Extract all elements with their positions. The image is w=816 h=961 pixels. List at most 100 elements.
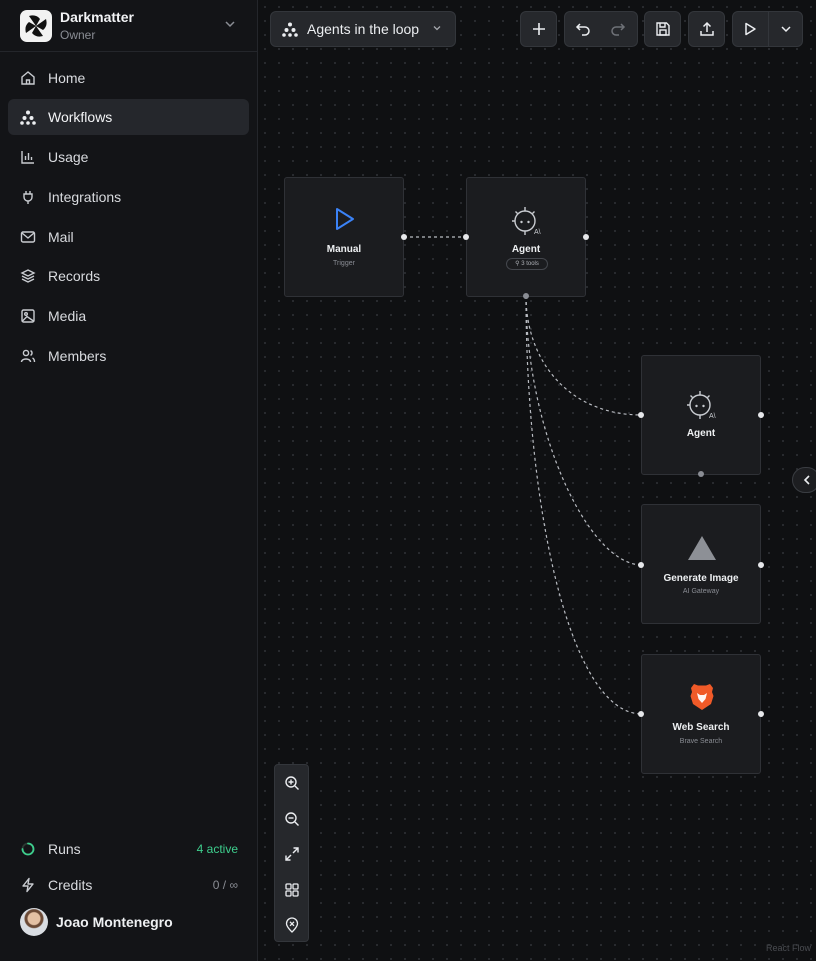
nav-label: Home (48, 70, 86, 86)
plug-icon (20, 189, 36, 205)
credits-value: 0 / ∞ (212, 878, 238, 892)
zoom-controls (274, 764, 309, 942)
users-icon (20, 348, 36, 364)
brave-lion-icon (688, 682, 716, 712)
workspace-role: Owner (60, 28, 96, 42)
play-icon (331, 206, 357, 232)
triangle-logo-icon (686, 534, 718, 562)
node-title: Agent (511, 244, 541, 255)
divider (768, 12, 769, 46)
undo-redo-group (564, 11, 638, 47)
zoom-out-icon[interactable] (284, 811, 300, 827)
nav-label: Integrations (48, 189, 122, 205)
grid-icon[interactable] (284, 882, 300, 898)
lightning-icon (20, 877, 36, 893)
output-handle[interactable] (583, 234, 589, 240)
image-icon (20, 308, 36, 324)
nav-label: Media (48, 308, 87, 324)
nav-item-usage[interactable]: Usage (8, 139, 249, 175)
input-handle[interactable] (638, 412, 644, 418)
avatar[interactable] (20, 908, 48, 936)
output-handle[interactable] (401, 234, 407, 240)
nav-label: Usage (48, 149, 89, 165)
save-button[interactable] (644, 11, 681, 47)
workspace-name: Darkmatter (60, 9, 134, 25)
node-title: Manual (326, 244, 362, 255)
nav-item-records[interactable]: Records (8, 258, 249, 294)
node-title: Generate Image (663, 573, 739, 584)
tools-handle[interactable] (698, 471, 704, 477)
nav-item-members[interactable]: Members (8, 338, 249, 374)
credits-row[interactable]: Credits 0 / ∞ (8, 870, 249, 900)
zoom-in-icon[interactable] (284, 775, 300, 791)
node-manual-trigger[interactable]: Manual Trigger (284, 177, 407, 297)
workflow-icon (282, 21, 298, 37)
node-title: Agent (686, 428, 716, 439)
nav-item-workflows[interactable]: Workflows (8, 99, 249, 135)
panel-toggle-button[interactable] (792, 467, 816, 493)
credits-label: Credits (48, 877, 93, 893)
nav-label: Mail (48, 229, 74, 245)
chevron-down-icon[interactable] (778, 21, 794, 37)
spinner-icon (20, 841, 36, 857)
edge-agent-web-search (525, 295, 643, 715)
mail-icon (20, 229, 36, 245)
node-subtitle: Brave Search (679, 738, 723, 745)
play-icon[interactable] (742, 21, 758, 37)
node-agent[interactable]: A\ Agent ⚲ 3 tools (463, 177, 589, 299)
runs-label: Runs (48, 841, 81, 857)
run-button-group (732, 11, 803, 47)
runs-row[interactable]: Runs 4 active (8, 834, 249, 864)
add-icon (531, 21, 547, 37)
node-web-search[interactable]: Web Search Brave Search (638, 654, 764, 774)
nav-item-mail[interactable]: Mail (8, 219, 249, 255)
chevron-down-icon (431, 22, 443, 34)
output-handle[interactable] (758, 562, 764, 568)
output-handle[interactable] (758, 412, 764, 418)
redo-icon[interactable] (610, 21, 626, 37)
nav-item-media[interactable]: Media (8, 298, 249, 334)
react-flow-attribution[interactable]: React Flow (766, 943, 811, 953)
nav-label: Workflows (48, 109, 113, 125)
input-handle[interactable] (463, 234, 469, 240)
edge-agent-subagent (525, 295, 643, 416)
agent-bot-icon: A\ (510, 204, 544, 238)
agent-bot-icon: A\ (685, 388, 719, 422)
svg-text:A\: A\ (534, 229, 541, 236)
nav-label: Members (48, 348, 107, 364)
sidebar: Darkmatter Owner Home Workflows Usage In… (0, 0, 258, 961)
edge-agent-generate-image (525, 295, 643, 566)
svg-text:A\: A\ (709, 413, 716, 420)
nav-label: Records (48, 268, 101, 284)
workflow-icon (20, 109, 36, 125)
nav-item-integrations[interactable]: Integrations (8, 179, 249, 215)
workspace-switcher[interactable]: Darkmatter Owner (0, 0, 257, 52)
chevron-left-icon (799, 472, 815, 488)
undo-icon[interactable] (575, 21, 591, 37)
node-generate-image[interactable]: Generate Image AI Gateway (638, 504, 764, 624)
node-sub-agent[interactable]: A\ Agent (638, 355, 764, 477)
input-handle[interactable] (638, 562, 644, 568)
tools-handle[interactable] (523, 293, 529, 299)
publish-button[interactable] (688, 11, 725, 47)
input-handle[interactable] (638, 711, 644, 717)
chevron-down-icon (222, 16, 238, 32)
darkmatter-logo-icon (20, 10, 52, 42)
fit-view-icon[interactable] (284, 846, 300, 862)
location-icon[interactable] (284, 917, 300, 933)
node-title: Web Search (672, 722, 730, 733)
add-node-button[interactable] (520, 11, 557, 47)
home-icon (20, 70, 36, 86)
node-subtitle: Trigger (333, 260, 355, 267)
tools-badge: ⚲ 3 tools (506, 258, 548, 270)
output-handle[interactable] (758, 711, 764, 717)
workflow-title: Agents in the loop (307, 21, 420, 37)
runs-active-count: 4 active (196, 842, 238, 856)
user-name[interactable]: Joao Montenegro (56, 914, 173, 930)
save-icon (655, 21, 671, 37)
upload-icon (699, 21, 715, 37)
workflow-canvas[interactable]: Agents in the loop Manual Trigger A\ Age… (258, 0, 816, 961)
nav-item-home[interactable]: Home (8, 60, 249, 96)
workflow-title-dropdown[interactable]: Agents in the loop (270, 11, 456, 47)
bar-chart-icon (20, 149, 36, 165)
